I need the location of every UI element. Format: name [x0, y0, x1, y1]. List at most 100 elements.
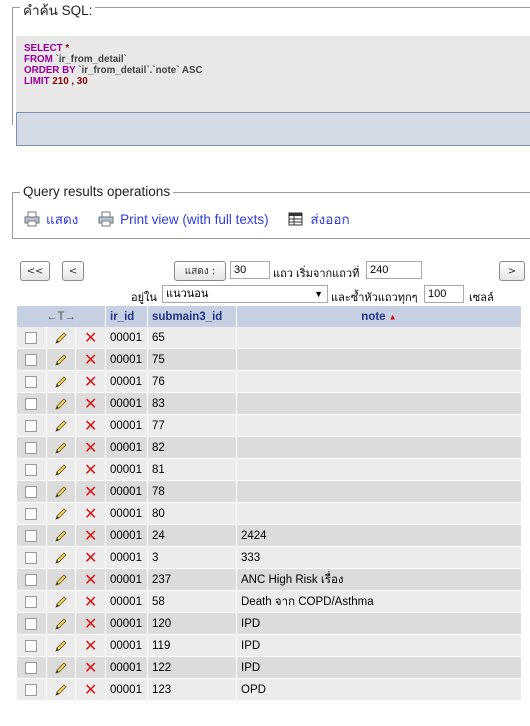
pencil-icon[interactable] [54, 507, 68, 521]
edit-row-cell[interactable] [46, 459, 76, 481]
edit-row-cell[interactable] [46, 371, 76, 393]
pencil-icon[interactable] [54, 551, 68, 565]
edit-row-cell[interactable] [46, 547, 76, 569]
delete-row-cell[interactable]: ✕ [76, 371, 105, 393]
edit-row-cell[interactable] [46, 679, 76, 701]
checkbox[interactable] [25, 353, 38, 366]
delete-row-cell[interactable]: ✕ [76, 613, 105, 635]
delete-row-cell[interactable]: ✕ [76, 591, 105, 613]
checkbox[interactable] [25, 463, 38, 476]
row-select-checkbox[interactable] [17, 591, 46, 613]
delete-x-icon[interactable]: ✕ [84, 328, 97, 347]
first-page-button[interactable]: << [20, 261, 50, 281]
row-select-checkbox[interactable] [17, 525, 46, 547]
row-select-checkbox[interactable] [17, 547, 46, 569]
checkbox[interactable] [25, 419, 38, 432]
delete-row-cell[interactable]: ✕ [76, 657, 105, 679]
delete-row-cell[interactable]: ✕ [76, 393, 105, 415]
edit-row-cell[interactable] [46, 481, 76, 503]
edit-row-cell[interactable] [46, 393, 76, 415]
table-row[interactable]: ✕ 00001 82 [17, 437, 521, 459]
table-row[interactable]: ✕ 00001 122 IPD [17, 657, 521, 679]
col-header-ir-id[interactable]: ir_id [106, 306, 147, 327]
pencil-icon[interactable] [54, 683, 68, 697]
checkbox[interactable] [25, 375, 38, 388]
table-row[interactable]: ✕ 00001 77 [17, 415, 521, 437]
pencil-icon[interactable] [54, 595, 68, 609]
row-select-checkbox[interactable] [17, 657, 46, 679]
table-row[interactable]: ✕ 00001 81 [17, 459, 521, 481]
start-row-input[interactable]: 240 [366, 261, 422, 279]
delete-row-cell[interactable]: ✕ [76, 525, 105, 547]
delete-x-icon[interactable]: ✕ [84, 394, 97, 413]
row-select-checkbox[interactable] [17, 679, 46, 701]
checkbox[interactable] [25, 661, 38, 674]
edit-row-cell[interactable] [46, 657, 76, 679]
delete-x-icon[interactable]: ✕ [84, 680, 97, 699]
delete-row-cell[interactable]: ✕ [76, 459, 105, 481]
delete-x-icon[interactable]: ✕ [84, 614, 97, 633]
pencil-icon[interactable] [54, 463, 68, 477]
table-row[interactable]: ✕ 00001 24 2424 [17, 525, 521, 547]
delete-row-cell[interactable]: ✕ [76, 679, 105, 701]
col-header-submain3-id[interactable]: submain3_id [148, 306, 236, 327]
pencil-icon[interactable] [54, 353, 68, 367]
row-select-checkbox[interactable] [17, 613, 46, 635]
pencil-icon[interactable] [54, 639, 68, 653]
delete-x-icon[interactable]: ✕ [84, 416, 97, 435]
row-select-checkbox[interactable] [17, 459, 46, 481]
row-select-checkbox[interactable] [17, 569, 46, 591]
checkbox[interactable] [25, 551, 38, 564]
table-row[interactable]: ✕ 00001 83 [17, 393, 521, 415]
pencil-icon[interactable] [54, 375, 68, 389]
edit-row-cell[interactable] [46, 525, 76, 547]
edit-row-cell[interactable] [46, 327, 76, 349]
column-arrows-header[interactable]: ←T→ [17, 306, 105, 327]
checkbox[interactable] [25, 639, 38, 652]
print-view-link[interactable]: Print view (with full texts) [98, 211, 269, 227]
checkbox[interactable] [25, 573, 38, 586]
delete-row-cell[interactable]: ✕ [76, 503, 105, 525]
delete-row-cell[interactable]: ✕ [76, 635, 105, 657]
delete-row-cell[interactable]: ✕ [76, 437, 105, 459]
delete-x-icon[interactable]: ✕ [84, 526, 97, 545]
pencil-icon[interactable] [54, 397, 68, 411]
row-select-checkbox[interactable] [17, 437, 46, 459]
table-row[interactable]: ✕ 00001 65 [17, 327, 521, 349]
delete-x-icon[interactable]: ✕ [84, 658, 97, 677]
pencil-icon[interactable] [54, 661, 68, 675]
pencil-icon[interactable] [54, 485, 68, 499]
delete-row-cell[interactable]: ✕ [76, 547, 105, 569]
checkbox[interactable] [25, 529, 38, 542]
table-row[interactable]: ✕ 00001 120 IPD [17, 613, 521, 635]
edit-row-cell[interactable] [46, 635, 76, 657]
delete-x-icon[interactable]: ✕ [84, 636, 97, 655]
row-select-checkbox[interactable] [17, 393, 46, 415]
row-select-checkbox[interactable] [17, 327, 46, 349]
edit-row-cell[interactable] [46, 415, 76, 437]
checkbox[interactable] [25, 441, 38, 454]
checkbox[interactable] [25, 595, 38, 608]
pencil-icon[interactable] [54, 419, 68, 433]
checkbox[interactable] [25, 485, 38, 498]
delete-row-cell[interactable]: ✕ [76, 327, 105, 349]
delete-x-icon[interactable]: ✕ [84, 570, 97, 589]
row-select-checkbox[interactable] [17, 415, 46, 437]
pencil-icon[interactable] [54, 617, 68, 631]
next-page-button[interactable]: > [499, 261, 525, 281]
row-select-checkbox[interactable] [17, 503, 46, 525]
pencil-icon[interactable] [54, 441, 68, 455]
repeat-headers-input[interactable]: 100 [424, 285, 464, 303]
row-select-checkbox[interactable] [17, 481, 46, 503]
col-header-note[interactable]: note ▲ [237, 306, 521, 327]
delete-row-cell[interactable]: ✕ [76, 481, 105, 503]
table-row[interactable]: ✕ 00001 123 OPD [17, 679, 521, 701]
edit-row-cell[interactable] [46, 437, 76, 459]
delete-x-icon[interactable]: ✕ [84, 438, 97, 457]
show-link[interactable]: แสดง [24, 208, 78, 230]
display-mode-select[interactable]: แนวนอน ▼ [162, 285, 328, 303]
row-select-checkbox[interactable] [17, 371, 46, 393]
edit-row-cell[interactable] [46, 503, 76, 525]
delete-x-icon[interactable]: ✕ [84, 592, 97, 611]
table-row[interactable]: ✕ 00001 76 [17, 371, 521, 393]
